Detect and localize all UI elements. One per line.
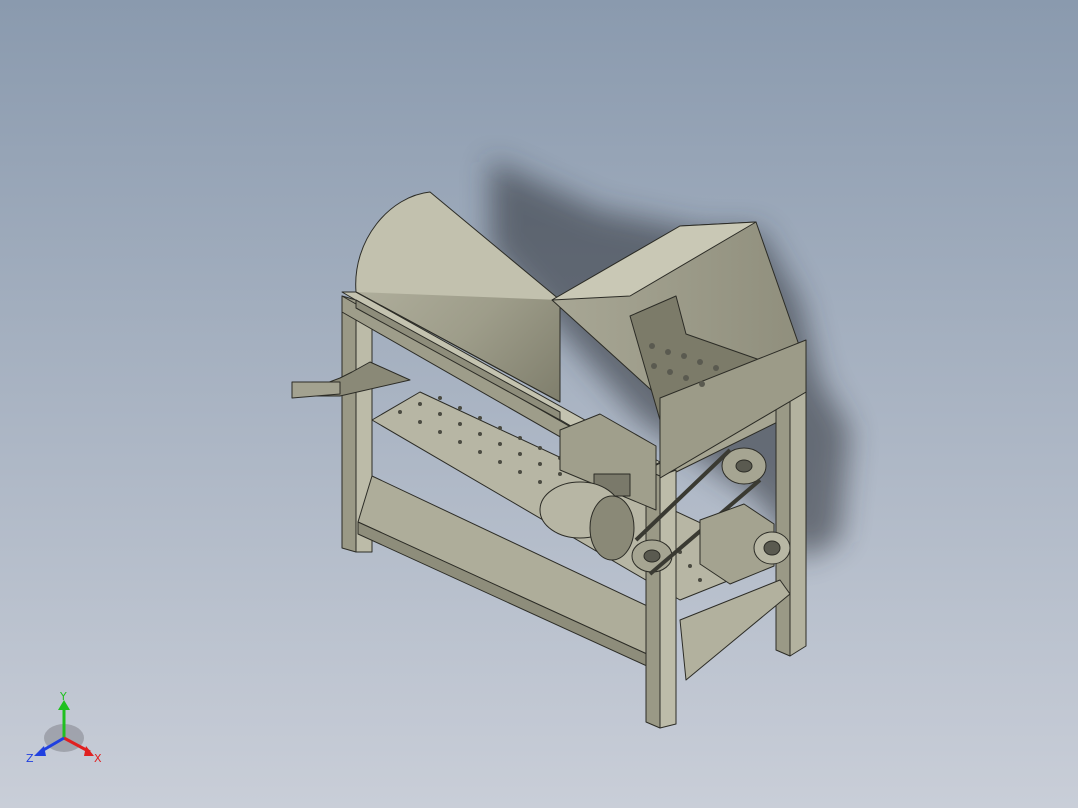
x-axis-head [84, 746, 94, 756]
frame-leg-back-left [341, 295, 357, 553]
model-canvas[interactable] [0, 0, 1078, 808]
x-axis-label: X [94, 752, 102, 765]
z-axis-head [34, 746, 46, 756]
z-axis-label: Z [26, 752, 34, 765]
frame-leg-back-right-side [789, 391, 807, 657]
pulley-hub-left [643, 549, 661, 563]
frame-leg-back-right [775, 395, 791, 657]
graphics-viewport[interactable]: Y X Z [0, 0, 1078, 808]
y-axis-label: Y [59, 690, 67, 703]
coordinate-triad[interactable]: Y X Z [24, 690, 114, 780]
roller-flange [589, 495, 635, 561]
motor-shaft [763, 540, 781, 556]
pulley-hub-top [735, 459, 753, 473]
